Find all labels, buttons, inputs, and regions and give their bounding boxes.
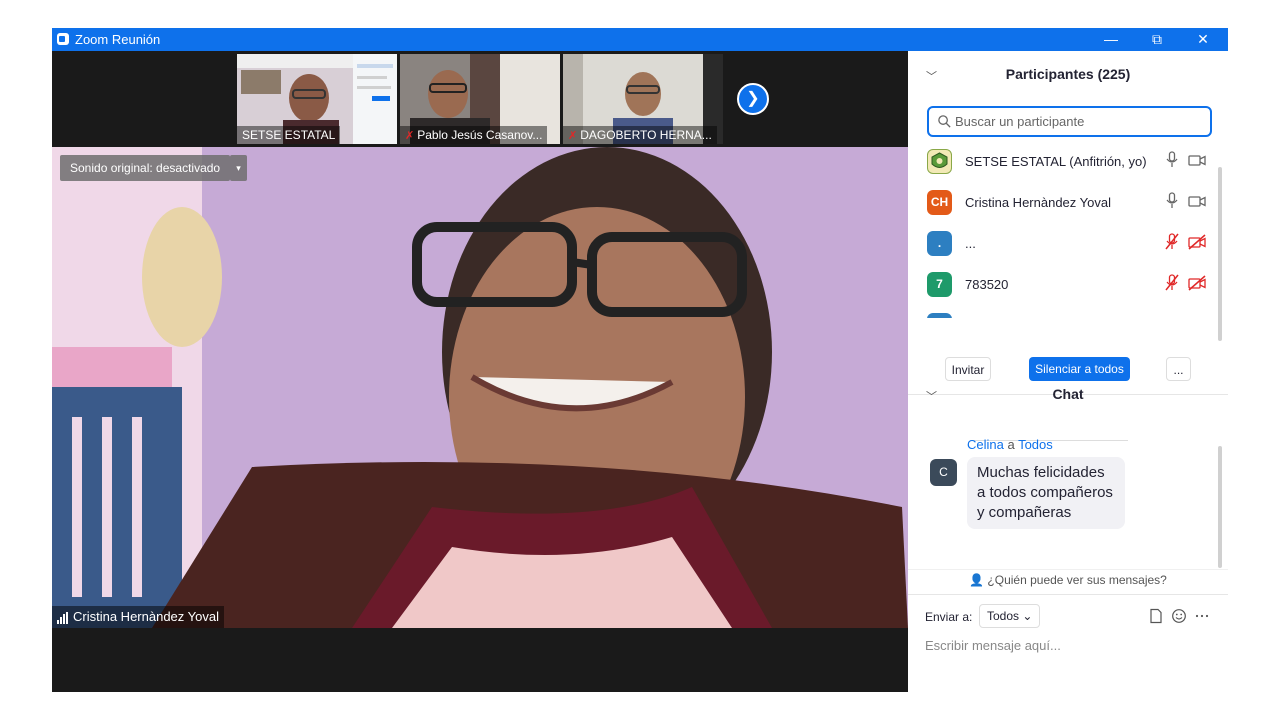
invite-button[interactable]: Invitar	[945, 357, 991, 381]
thumbnail-name: ✗ Pablo Jesús Casanov...	[400, 126, 548, 144]
thumbnail-video[interactable]: ✗ Pablo Jesús Casanov...	[400, 54, 560, 144]
speaker-video-image	[52, 147, 908, 628]
chat-scrollbar[interactable]	[1218, 446, 1222, 568]
participant-name: 783520	[965, 277, 1009, 292]
thumbnail-strip: SETSE ESTATAL ✗ Pablo Jesús Casanov... ✗…	[52, 51, 908, 147]
muted-mic-icon: ✗	[568, 130, 578, 142]
union-logo-icon	[931, 152, 948, 168]
section-divider	[908, 569, 1228, 570]
video-camera-icon[interactable]	[1187, 191, 1207, 211]
avatar: .	[927, 231, 952, 256]
video-off-icon[interactable]	[1187, 273, 1207, 293]
signal-strength-icon	[57, 609, 69, 624]
zoom-window: Zoom Reunión — ⧉ ✕ SETSE ESTATAL ✗ Pablo…	[52, 28, 1228, 692]
zoom-logo-icon	[57, 33, 69, 45]
chevron-down-icon: ⌄	[1022, 609, 1033, 623]
muted-mic-icon: ✗	[405, 130, 415, 142]
thumbnail-video[interactable]: ✗ DAGOBERTO HERNA...	[563, 54, 723, 144]
more-icon[interactable]	[1194, 608, 1210, 624]
participant-row[interactable]: CH Cristina Hernàndez Yoval	[908, 187, 1228, 228]
minimize-button[interactable]: —	[1088, 28, 1134, 51]
close-button[interactable]: ✕	[1180, 28, 1226, 51]
participants-title: Participantes (225)	[1005, 66, 1131, 82]
chat-message-bubble: Muchas felicidades a todos compañeros y …	[967, 457, 1125, 529]
participant-name: SETSE ESTATAL (Anfitrión, yo)	[965, 154, 1147, 169]
participant-row[interactable]: SETSE ESTATAL (Anfitrión, yo)	[908, 146, 1228, 187]
participant-search-input[interactable]: Buscar un participante	[927, 106, 1212, 137]
active-speaker-video[interactable]: Sonido original: desactivado ▾ Cristina …	[52, 147, 908, 628]
participant-row[interactable]: . ...	[908, 228, 1228, 269]
avatar	[927, 313, 952, 318]
chevron-right-icon: ❯	[746, 90, 760, 107]
search-placeholder: Buscar un participante	[955, 114, 1085, 129]
muted-microphone-icon[interactable]	[1164, 232, 1180, 252]
video-off-icon[interactable]	[1187, 232, 1207, 252]
chat-message-input[interactable]: Escribir mensaje aquí...	[925, 638, 1061, 653]
section-divider	[908, 594, 1228, 595]
search-icon	[938, 115, 951, 128]
window-title: Zoom Reunión	[75, 32, 161, 47]
thumbnail-video[interactable]: SETSE ESTATAL	[237, 54, 397, 144]
more-options-button[interactable]: ...	[1166, 357, 1191, 381]
participant-name: ...	[965, 236, 976, 251]
original-sound-dropdown[interactable]: ▾	[230, 155, 247, 181]
thumbnail-name: SETSE ESTATAL	[237, 126, 341, 144]
participant-name: Cristina Hernàndez Yoval	[965, 195, 1111, 210]
next-page-button[interactable]: ❯	[737, 83, 769, 115]
muted-microphone-icon[interactable]	[1164, 273, 1180, 293]
file-icon[interactable]	[1148, 608, 1164, 624]
avatar: 7	[927, 272, 952, 297]
mute-all-button[interactable]: Silenciar a todos	[1029, 357, 1130, 381]
microphone-icon[interactable]	[1164, 191, 1180, 211]
speaker-name-label: Cristina Hernàndez Yoval	[52, 606, 224, 628]
chat-title: Chat	[1052, 386, 1084, 402]
title-bar: Zoom Reunión — ⧉ ✕	[52, 28, 1228, 51]
restore-button[interactable]: ⧉	[1134, 28, 1180, 51]
chat-avatar: C	[930, 459, 957, 486]
participant-list: SETSE ESTATAL (Anfitrión, yo) CH Cristin…	[908, 146, 1228, 318]
participant-row[interactable]: 7 783520	[908, 269, 1228, 310]
user-visibility-icon: 👤	[969, 573, 985, 587]
chat-message-header: Celina a Todos	[967, 437, 1053, 452]
microphone-icon[interactable]	[1164, 150, 1180, 170]
participant-row-partial[interactable]	[908, 310, 1228, 318]
avatar: CH	[927, 190, 952, 215]
video-camera-icon[interactable]	[1187, 150, 1207, 170]
side-panel: ﹀ Participantes (225) Buscar un particip…	[908, 51, 1228, 692]
participant-list-scrollbar[interactable]	[1218, 167, 1222, 341]
avatar	[927, 149, 952, 174]
send-to-dropdown[interactable]: Todos ⌄	[979, 604, 1041, 628]
send-to-label: Enviar a:	[925, 610, 973, 624]
who-can-see-messages-link[interactable]: 👤 ¿Quién puede ver sus mensajes?	[908, 573, 1228, 587]
emoji-icon[interactable]	[1171, 608, 1187, 624]
thumbnail-name: ✗ DAGOBERTO HERNA...	[563, 126, 717, 144]
original-sound-button[interactable]: Sonido original: desactivado	[60, 155, 231, 181]
video-area: SETSE ESTATAL ✗ Pablo Jesús Casanov... ✗…	[52, 51, 908, 692]
